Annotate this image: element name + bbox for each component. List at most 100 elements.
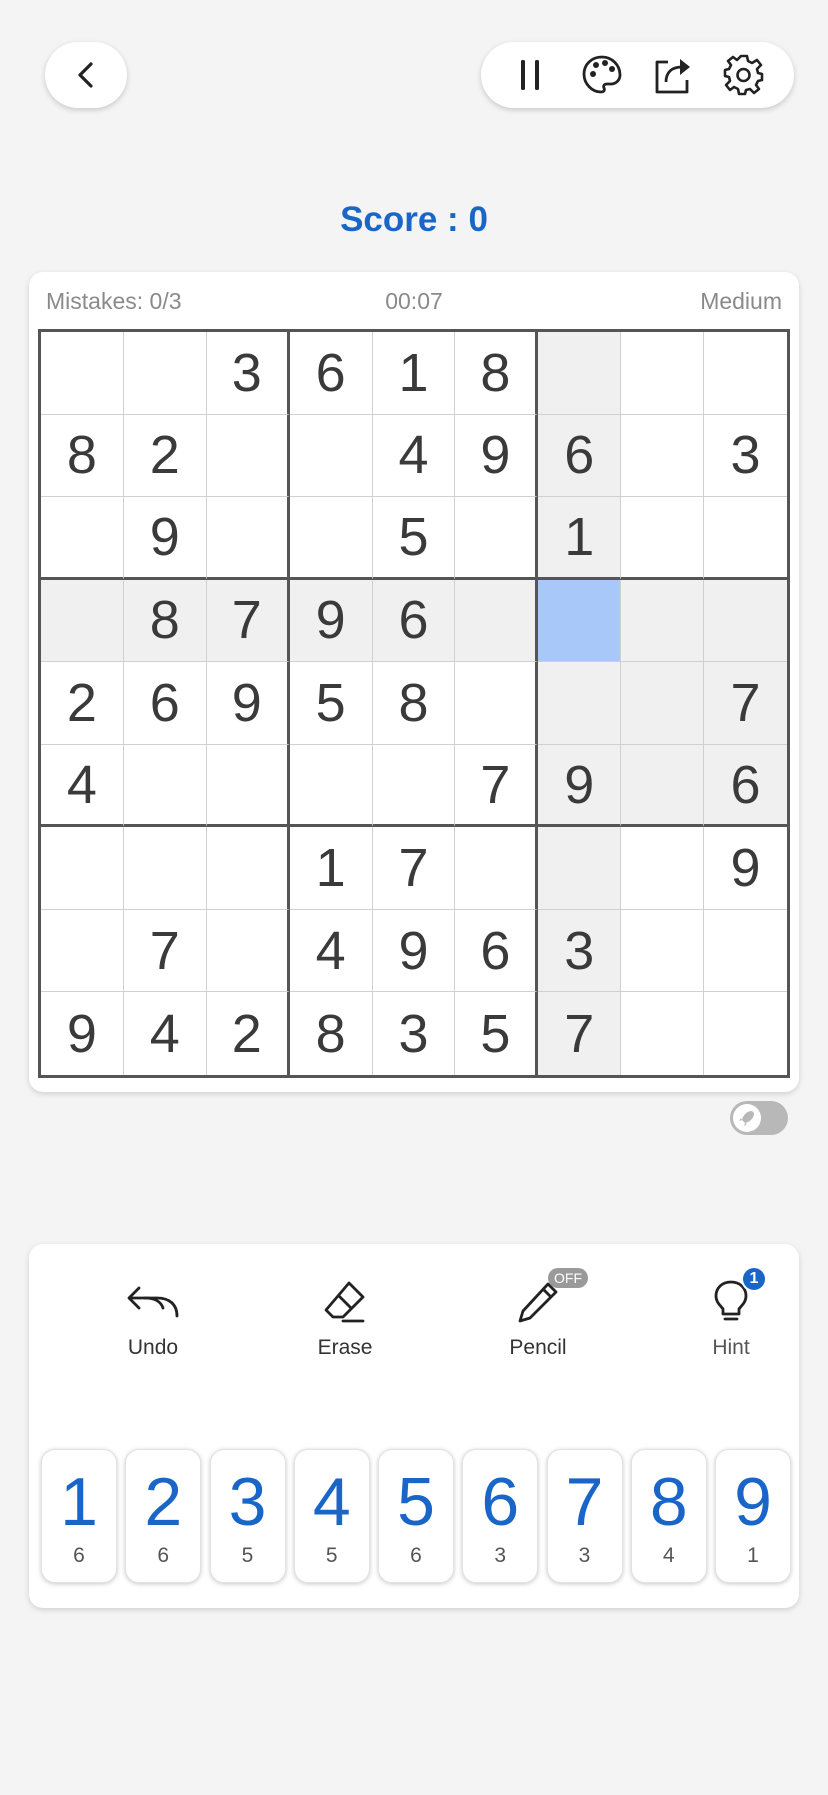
sudoku-cell-r4c3[interactable]: 7: [206, 579, 290, 663]
number-key-6[interactable]: 63: [462, 1449, 539, 1583]
number-key-9[interactable]: 91: [715, 1449, 791, 1583]
sudoku-cell-r7c6[interactable]: [455, 827, 539, 910]
sudoku-cell-r8c4[interactable]: 4: [289, 909, 373, 993]
sudoku-cell-r2c8[interactable]: [621, 414, 705, 498]
sudoku-cell-r3c7[interactable]: 1: [538, 497, 622, 580]
sudoku-cell-r5c4[interactable]: 5: [289, 662, 373, 745]
sudoku-cell-r6c5[interactable]: [372, 744, 456, 828]
number-key-4[interactable]: 45: [293, 1449, 370, 1583]
sudoku-cell-r7c3[interactable]: [206, 827, 290, 910]
sudoku-cell-r9c9[interactable]: [704, 992, 787, 1075]
sudoku-cell-r7c2[interactable]: [123, 827, 207, 910]
sudoku-cell-r1c7[interactable]: [538, 332, 622, 415]
sudoku-cell-r3c5[interactable]: 5: [372, 497, 456, 580]
hint-button[interactable]: 1 Hint: [656, 1266, 806, 1374]
sudoku-cell-r9c7[interactable]: 7: [538, 992, 622, 1075]
sudoku-cell-r4c1[interactable]: [41, 579, 124, 663]
sudoku-cell-r3c3[interactable]: [206, 497, 290, 580]
sudoku-cell-r6c4[interactable]: [289, 744, 373, 828]
sudoku-cell-r9c1[interactable]: 9: [41, 992, 124, 1075]
sudoku-cell-r6c8[interactable]: [621, 744, 705, 828]
sudoku-cell-r5c1[interactable]: 2: [41, 662, 124, 745]
sudoku-cell-r9c8[interactable]: [621, 992, 705, 1075]
sudoku-cell-r6c1[interactable]: 4: [41, 744, 124, 828]
sudoku-cell-r7c5[interactable]: 7: [372, 827, 456, 910]
settings-button[interactable]: [718, 49, 770, 101]
number-key-7[interactable]: 73: [546, 1449, 623, 1583]
sudoku-cell-r6c3[interactable]: [206, 744, 290, 828]
sudoku-cell-r7c4[interactable]: 1: [289, 827, 373, 910]
sudoku-cell-r2c1[interactable]: 8: [41, 414, 124, 498]
sudoku-cell-r7c8[interactable]: [621, 827, 705, 910]
sudoku-cell-r7c1[interactable]: [41, 827, 124, 910]
share-button[interactable]: [647, 49, 699, 101]
sudoku-cell-r6c9[interactable]: 6: [704, 744, 787, 828]
sudoku-cell-r6c6[interactable]: 7: [455, 744, 539, 828]
sudoku-cell-r7c7[interactable]: [538, 827, 622, 910]
sudoku-cell-r1c2[interactable]: [123, 332, 207, 415]
sudoku-cell-r5c3[interactable]: 9: [206, 662, 290, 745]
sudoku-cell-r3c8[interactable]: [621, 497, 705, 580]
sudoku-cell-r1c3[interactable]: 3: [206, 332, 290, 415]
sudoku-cell-r3c1[interactable]: [41, 497, 124, 580]
sudoku-cell-r4c9[interactable]: [704, 579, 787, 663]
sudoku-cell-r5c6[interactable]: [455, 662, 539, 745]
sudoku-cell-r5c7[interactable]: [538, 662, 622, 745]
number-key-5[interactable]: 56: [378, 1449, 454, 1583]
sudoku-cell-r5c2[interactable]: 6: [123, 662, 207, 745]
sudoku-cell-r8c7[interactable]: 3: [538, 909, 622, 993]
sudoku-cell-r1c1[interactable]: [41, 332, 124, 415]
sudoku-cell-r2c2[interactable]: 2: [123, 414, 207, 498]
sudoku-cell-r4c6[interactable]: [455, 579, 539, 663]
sudoku-cell-r9c4[interactable]: 8: [290, 992, 373, 1075]
sudoku-cell-r5c9[interactable]: 7: [704, 662, 787, 745]
sudoku-cell-r3c4[interactable]: [289, 497, 373, 580]
sudoku-cell-r2c7[interactable]: 6: [538, 414, 622, 498]
number-key-1[interactable]: 16: [41, 1449, 117, 1583]
sudoku-cell-r1c6[interactable]: 8: [455, 332, 539, 415]
sudoku-cell-r5c8[interactable]: [621, 662, 705, 745]
fast-mode-toggle[interactable]: [730, 1101, 788, 1135]
sudoku-cell-r3c2[interactable]: 9: [123, 497, 207, 580]
number-key-2[interactable]: 26: [125, 1449, 202, 1583]
sudoku-cell-r4c4[interactable]: 9: [289, 579, 373, 663]
sudoku-cell-r8c2[interactable]: 7: [123, 909, 207, 993]
sudoku-cell-r8c6[interactable]: 6: [455, 909, 539, 993]
sudoku-cell-r4c5[interactable]: 6: [372, 579, 456, 663]
sudoku-cell-r9c6[interactable]: 5: [455, 992, 539, 1075]
sudoku-cell-r3c6[interactable]: [455, 497, 539, 580]
sudoku-cell-r5c5[interactable]: 8: [372, 662, 456, 745]
sudoku-cell-r8c1[interactable]: [41, 909, 124, 993]
sudoku-cell-r2c5[interactable]: 4: [372, 414, 456, 498]
sudoku-cell-r7c9[interactable]: 9: [704, 827, 787, 910]
sudoku-cell-r1c9[interactable]: [704, 332, 787, 415]
sudoku-cell-r8c9[interactable]: [704, 910, 787, 993]
sudoku-cell-r1c8[interactable]: [621, 332, 705, 415]
sudoku-cell-r6c7[interactable]: 9: [538, 744, 622, 828]
sudoku-cell-r3c9[interactable]: [704, 497, 787, 580]
back-button[interactable]: [45, 42, 127, 108]
undo-button[interactable]: Undo: [78, 1274, 228, 1374]
sudoku-cell-r6c2[interactable]: [123, 744, 207, 828]
sudoku-cell-r2c6[interactable]: 9: [455, 414, 539, 498]
sudoku-cell-r2c9[interactable]: 3: [704, 415, 787, 498]
number-key-3[interactable]: 35: [209, 1449, 286, 1583]
sudoku-cell-r9c2[interactable]: 4: [124, 992, 207, 1075]
sudoku-cell-r8c8[interactable]: [621, 909, 705, 993]
sudoku-cell-r1c4[interactable]: 6: [289, 332, 373, 415]
sudoku-cell-r9c3[interactable]: 2: [207, 992, 290, 1075]
sudoku-cell-r9c5[interactable]: 3: [373, 992, 456, 1075]
sudoku-cell-r8c3[interactable]: [206, 909, 290, 993]
sudoku-cell-r8c5[interactable]: 9: [372, 909, 456, 993]
sudoku-cell-r1c5[interactable]: 1: [372, 332, 456, 415]
sudoku-cell-r4c8[interactable]: [621, 579, 705, 663]
sudoku-cell-r2c3[interactable]: [206, 414, 290, 498]
erase-button[interactable]: Erase: [270, 1274, 420, 1374]
sudoku-cell-r4c2[interactable]: 8: [123, 579, 207, 663]
pencil-button[interactable]: OFF Pencil: [463, 1268, 613, 1374]
sudoku-cell-r4c7[interactable]: [538, 579, 622, 663]
number-key-8[interactable]: 84: [630, 1449, 707, 1583]
pause-button[interactable]: [505, 49, 557, 101]
sudoku-cell-r2c4[interactable]: [289, 414, 373, 498]
theme-button[interactable]: [576, 49, 628, 101]
